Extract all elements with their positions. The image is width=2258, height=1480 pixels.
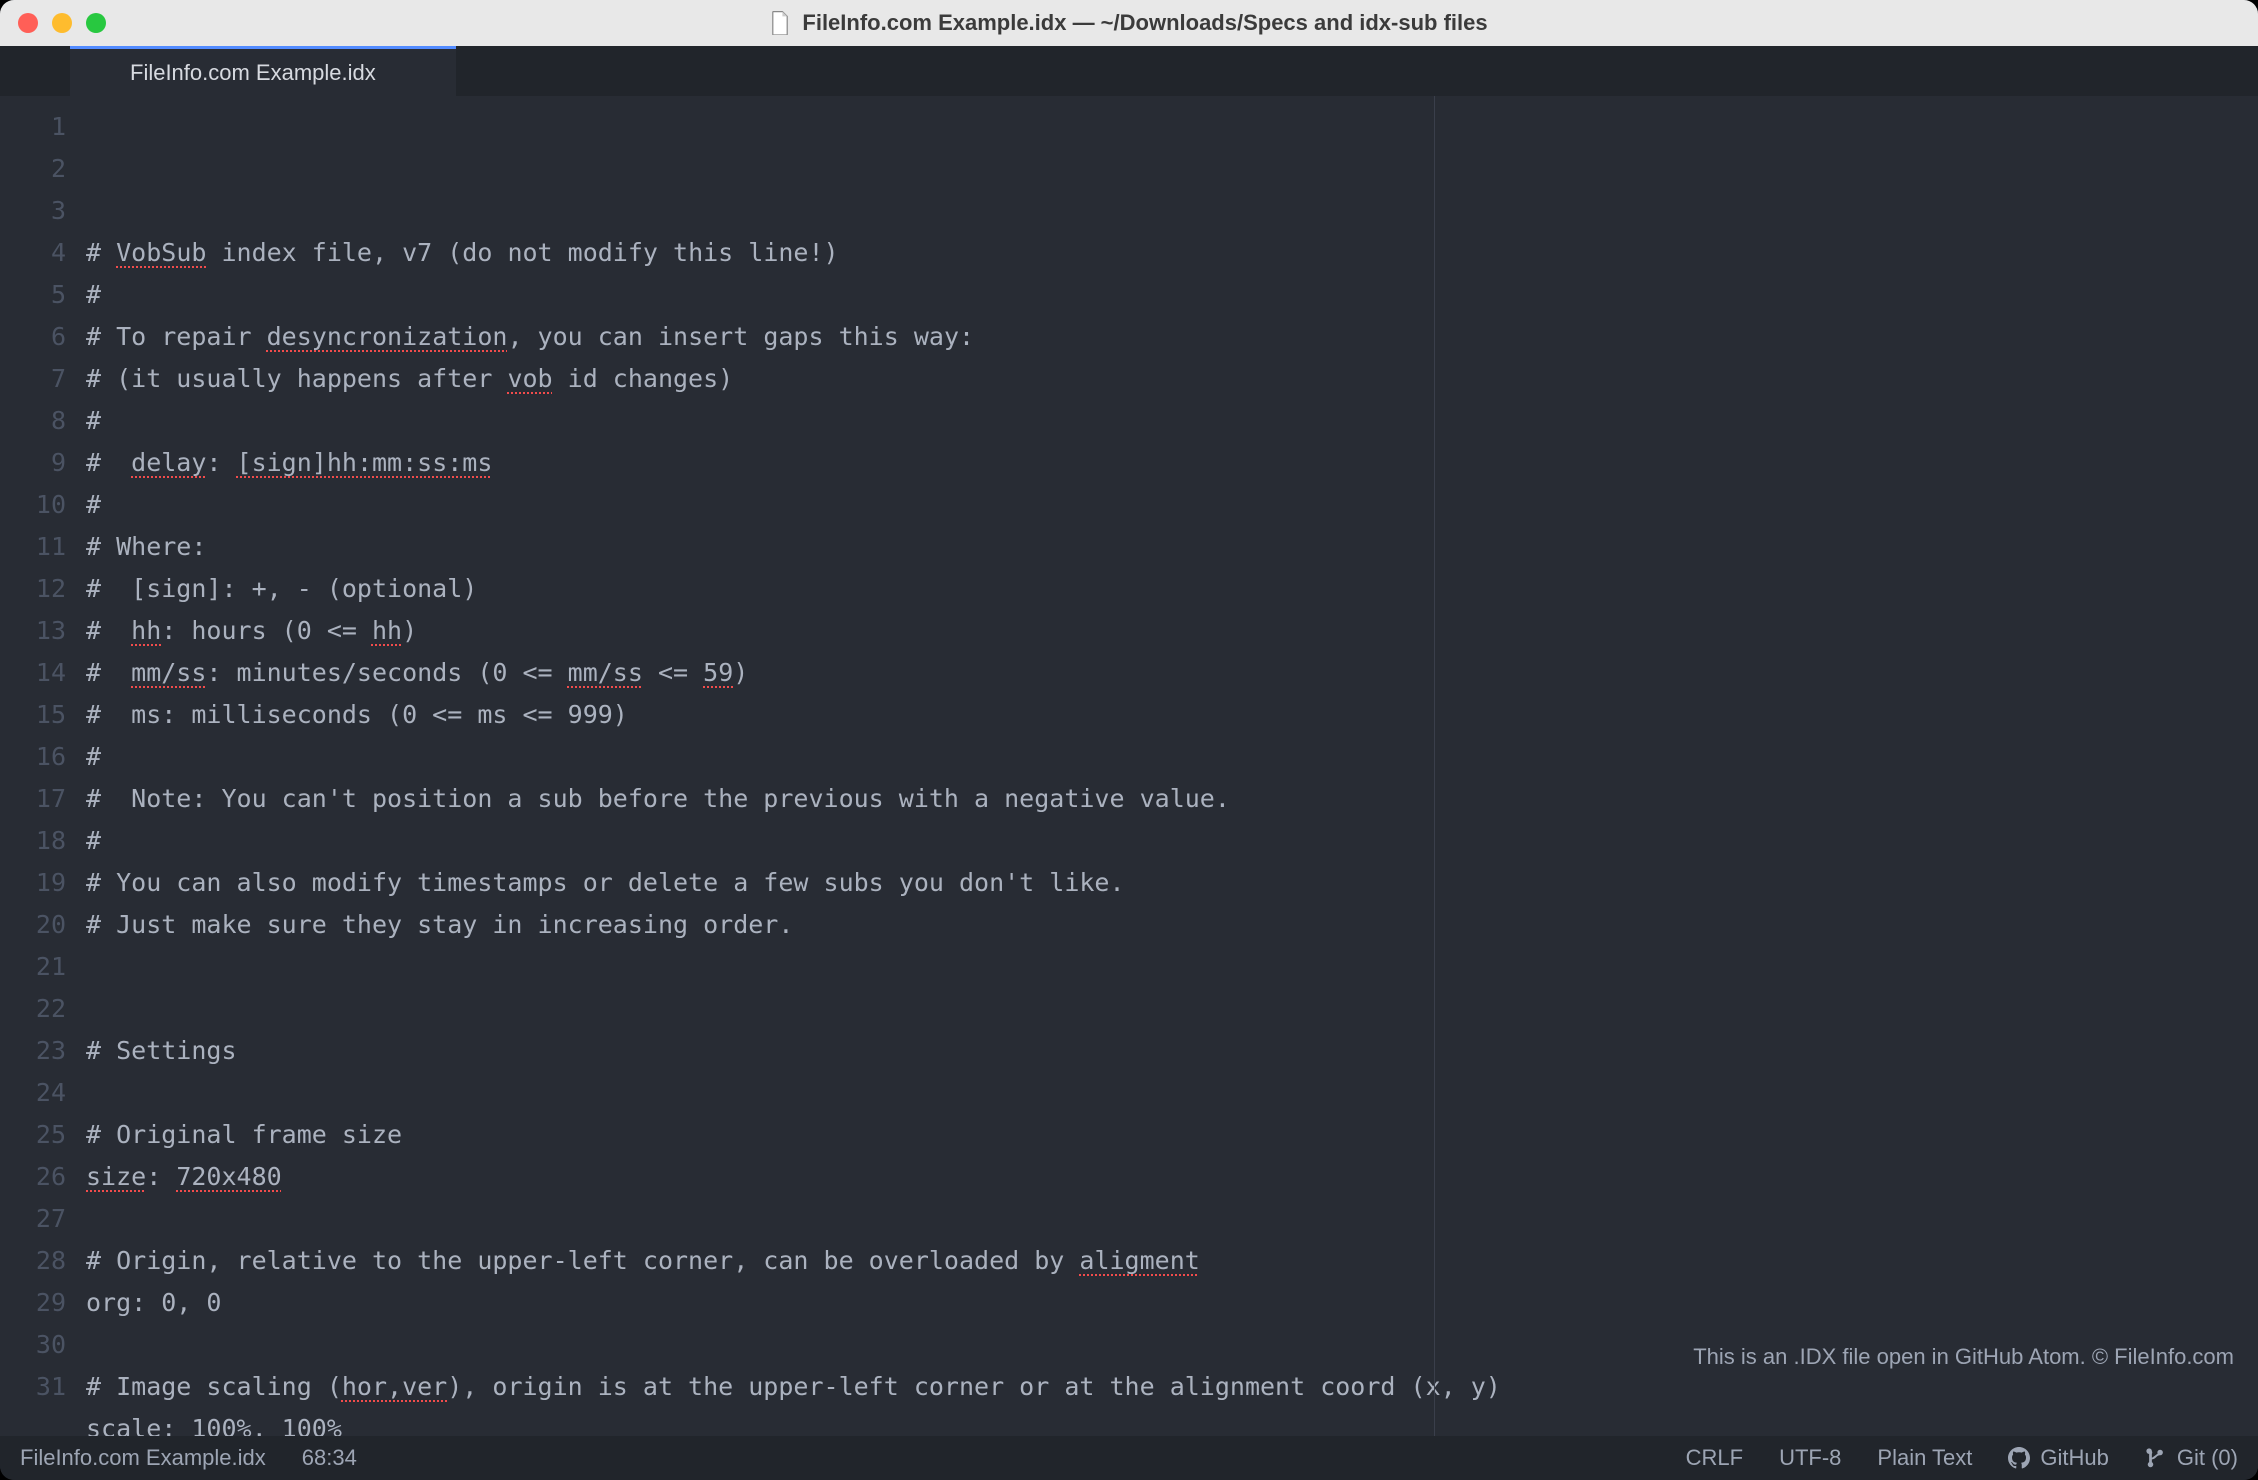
- code-line[interactable]: # Note: You can't position a sub before …: [86, 778, 2258, 820]
- code-line[interactable]: # Where:: [86, 526, 2258, 568]
- status-filename[interactable]: FileInfo.com Example.idx: [20, 1445, 266, 1471]
- code-line[interactable]: # To repair desyncronization, you can in…: [86, 316, 2258, 358]
- line-number: 23: [0, 1030, 66, 1072]
- minimize-window-button[interactable]: [52, 13, 72, 33]
- line-number: 4: [0, 232, 66, 274]
- code-line[interactable]: # You can also modify timestamps or dele…: [86, 862, 2258, 904]
- code-line[interactable]: # Just make sure they stay in increasing…: [86, 904, 2258, 946]
- code-line[interactable]: [86, 988, 2258, 1030]
- line-number: 14: [0, 652, 66, 694]
- line-number: 13: [0, 610, 66, 652]
- status-line-ending[interactable]: CRLF: [1686, 1445, 1743, 1471]
- code-line[interactable]: #: [86, 820, 2258, 862]
- tab-active[interactable]: FileInfo.com Example.idx: [70, 46, 456, 96]
- window-title: FileInfo.com Example.idx — ~/Downloads/S…: [802, 10, 1487, 36]
- status-git[interactable]: Git (0): [2145, 1445, 2238, 1471]
- line-number: 26: [0, 1156, 66, 1198]
- status-bar: FileInfo.com Example.idx 68:34 CRLF UTF-…: [0, 1436, 2258, 1480]
- line-number: 22: [0, 988, 66, 1030]
- editor[interactable]: 1234567891011121314151617181920212223242…: [0, 96, 2258, 1436]
- code-line[interactable]: [86, 1072, 2258, 1114]
- line-number: 17: [0, 778, 66, 820]
- line-number: 16: [0, 736, 66, 778]
- code-line[interactable]: # VobSub index file, v7 (do not modify t…: [86, 232, 2258, 274]
- status-cursor-position[interactable]: 68:34: [302, 1445, 357, 1471]
- titlebar: FileInfo.com Example.idx — ~/Downloads/S…: [0, 0, 2258, 46]
- line-number: 6: [0, 316, 66, 358]
- git-branch-icon: [2145, 1447, 2167, 1469]
- line-number: 1: [0, 106, 66, 148]
- line-number: 9: [0, 442, 66, 484]
- app-window: FileInfo.com Example.idx — ~/Downloads/S…: [0, 0, 2258, 1480]
- line-number: 21: [0, 946, 66, 988]
- code-line[interactable]: [86, 1198, 2258, 1240]
- code-line[interactable]: #: [86, 484, 2258, 526]
- code-area[interactable]: # VobSub index file, v7 (do not modify t…: [86, 96, 2258, 1436]
- line-number: 2: [0, 148, 66, 190]
- maximize-window-button[interactable]: [86, 13, 106, 33]
- line-number: 31: [0, 1366, 66, 1408]
- line-number: 24: [0, 1072, 66, 1114]
- line-number: 7: [0, 358, 66, 400]
- line-number: 29: [0, 1282, 66, 1324]
- line-number: 11: [0, 526, 66, 568]
- line-number: 8: [0, 400, 66, 442]
- code-line[interactable]: # delay: [sign]hh:mm:ss:ms: [86, 442, 2258, 484]
- line-number: 12: [0, 568, 66, 610]
- line-number: 15: [0, 694, 66, 736]
- code-line[interactable]: #: [86, 400, 2258, 442]
- code-line[interactable]: # Original frame size: [86, 1114, 2258, 1156]
- code-line[interactable]: # hh: hours (0 <= hh): [86, 610, 2258, 652]
- status-grammar[interactable]: Plain Text: [1877, 1445, 1972, 1471]
- overlay-note: This is an .IDX file open in GitHub Atom…: [1693, 1336, 2234, 1378]
- status-github[interactable]: GitHub: [2008, 1445, 2108, 1471]
- code-line[interactable]: # (it usually happens after vob id chang…: [86, 358, 2258, 400]
- code-line[interactable]: org: 0, 0: [86, 1282, 2258, 1324]
- github-icon: [2008, 1447, 2030, 1469]
- window-controls: [18, 13, 106, 33]
- wrap-guide: [1434, 96, 1435, 1436]
- code-line[interactable]: size: 720x480: [86, 1156, 2258, 1198]
- file-icon: [770, 11, 790, 35]
- code-line[interactable]: # mm/ss: minutes/seconds (0 <= mm/ss <= …: [86, 652, 2258, 694]
- titlebar-title-group: FileInfo.com Example.idx — ~/Downloads/S…: [770, 10, 1487, 36]
- code-line[interactable]: # Origin, relative to the upper-left cor…: [86, 1240, 2258, 1282]
- tab-bar: FileInfo.com Example.idx: [0, 46, 2258, 96]
- line-number: 5: [0, 274, 66, 316]
- code-line[interactable]: # ms: milliseconds (0 <= ms <= 999): [86, 694, 2258, 736]
- code-line[interactable]: # Settings: [86, 1030, 2258, 1072]
- line-number: 18: [0, 820, 66, 862]
- line-number: 28: [0, 1240, 66, 1282]
- line-number: 20: [0, 904, 66, 946]
- status-encoding[interactable]: UTF-8: [1779, 1445, 1841, 1471]
- status-git-label: Git (0): [2177, 1445, 2238, 1471]
- line-number: 25: [0, 1114, 66, 1156]
- status-github-label: GitHub: [2040, 1445, 2108, 1471]
- tab-label: FileInfo.com Example.idx: [130, 60, 376, 86]
- code-line[interactable]: #: [86, 274, 2258, 316]
- close-window-button[interactable]: [18, 13, 38, 33]
- line-number: 19: [0, 862, 66, 904]
- line-number: 10: [0, 484, 66, 526]
- line-number: 27: [0, 1198, 66, 1240]
- code-line[interactable]: #: [86, 736, 2258, 778]
- code-line[interactable]: [86, 946, 2258, 988]
- line-number: 3: [0, 190, 66, 232]
- gutter: 1234567891011121314151617181920212223242…: [0, 96, 86, 1436]
- code-line[interactable]: scale: 100%, 100%: [86, 1408, 2258, 1436]
- line-number: 30: [0, 1324, 66, 1366]
- code-line[interactable]: # [sign]: +, - (optional): [86, 568, 2258, 610]
